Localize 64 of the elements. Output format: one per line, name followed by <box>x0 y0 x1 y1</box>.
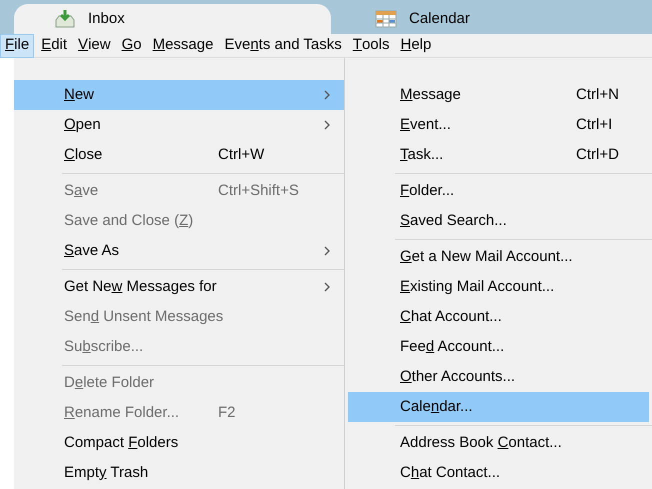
menu-bar-item[interactable]: Tools <box>348 34 394 58</box>
menu-item[interactable]: Calendar... <box>348 392 649 422</box>
menu-item-label: Chat Account... <box>400 306 502 327</box>
menu-item-label: Message <box>400 84 461 105</box>
menu-item[interactable]: Open <box>14 110 344 140</box>
menu-item-label: Chat Contact... <box>400 462 500 483</box>
menu-item[interactable]: Chat Account... <box>348 302 649 332</box>
menu-item-label: Address Book Contact... <box>400 432 562 453</box>
calendar-grid-icon <box>375 10 397 28</box>
menu-item-label: Subscribe... <box>64 336 144 357</box>
shortcut-label: Ctrl+D <box>576 144 619 165</box>
shortcut-label: Ctrl+Shift+S <box>218 180 299 201</box>
menu-bar-item[interactable]: File <box>0 34 34 58</box>
menu-item-label: Calendar... <box>400 396 473 417</box>
menu-item-label: Empty Trash <box>64 462 148 483</box>
shortcut-label: Ctrl+W <box>218 144 264 165</box>
menu-item-label: Open <box>64 114 101 135</box>
menu-item[interactable]: Get New Messages for <box>14 272 344 302</box>
menu-item-label: Get New Messages for <box>64 276 217 297</box>
menu-item[interactable]: Address Book Contact... <box>348 428 649 458</box>
menu-item[interactable]: Feed Account... <box>348 332 649 362</box>
menu-item-label: Other Accounts... <box>400 366 516 387</box>
menu-item[interactable]: Task... Ctrl+D <box>348 140 649 170</box>
menu-item-label: Saved Search... <box>400 210 507 231</box>
shortcut-label: F2 <box>218 402 236 423</box>
menu-item[interactable]: Get a New Mail Account... <box>348 242 649 272</box>
menu-item-label: Save <box>64 180 98 201</box>
menu-item-label: Event... <box>400 114 451 135</box>
menu-item[interactable]: Message Ctrl+N <box>348 80 649 110</box>
menu-item-label: Delete Folder <box>64 372 154 393</box>
menu-item[interactable]: New <box>14 80 344 110</box>
menu-bar-item[interactable]: Edit <box>37 34 72 58</box>
menu-item[interactable]: Saved Search... <box>348 206 649 236</box>
menu-item-label: Compact Folders <box>64 432 178 453</box>
menu-item-label: Existing Mail Account... <box>400 276 554 297</box>
tab[interactable]: Calendar <box>335 4 652 34</box>
menu-item-label: New <box>64 84 94 105</box>
menu-item[interactable]: Existing Mail Account... <box>348 272 649 302</box>
menu-bar-item[interactable]: Events and Tasks <box>220 34 346 58</box>
menu-bar-item[interactable]: Help <box>396 34 436 58</box>
menu-item-label: Get a New Mail Account... <box>400 246 573 267</box>
menu-item[interactable]: Chat Contact... <box>348 458 649 488</box>
menu-item-label: Task... <box>400 144 444 165</box>
menu-bar-item[interactable]: Message <box>148 34 218 58</box>
menu-item[interactable]: Other Accounts... <box>348 362 649 392</box>
menu-item-label: Save and Close (Z) <box>64 210 194 231</box>
shortcut-label: Ctrl+N <box>576 84 619 105</box>
menu-item-label: Folder... <box>400 180 454 201</box>
tab[interactable]: Inbox <box>14 4 331 34</box>
menu-item[interactable]: Save As <box>14 236 344 266</box>
menu-item-label: Feed Account... <box>400 336 504 357</box>
menu-item[interactable]: Compact Folders <box>14 428 344 458</box>
menu-item[interactable]: Empty Trash <box>14 458 344 488</box>
inbox-tray-icon <box>54 9 76 29</box>
shortcut-label: Ctrl+I <box>576 114 612 135</box>
menu-bar-item[interactable]: Go <box>118 34 146 58</box>
menu-item[interactable]: Close Ctrl+W <box>14 140 344 170</box>
menu-item-label: Send Unsent Messages <box>64 306 224 327</box>
menu-bar-item[interactable]: View <box>74 34 115 58</box>
menu-item-label: Save As <box>64 240 120 261</box>
menu-item-label: Close <box>64 144 102 165</box>
menu-item[interactable]: Folder... <box>348 176 649 206</box>
menu-item[interactable]: Event... Ctrl+I <box>348 110 649 140</box>
menu-item-label: Rename Folder... <box>64 402 180 423</box>
